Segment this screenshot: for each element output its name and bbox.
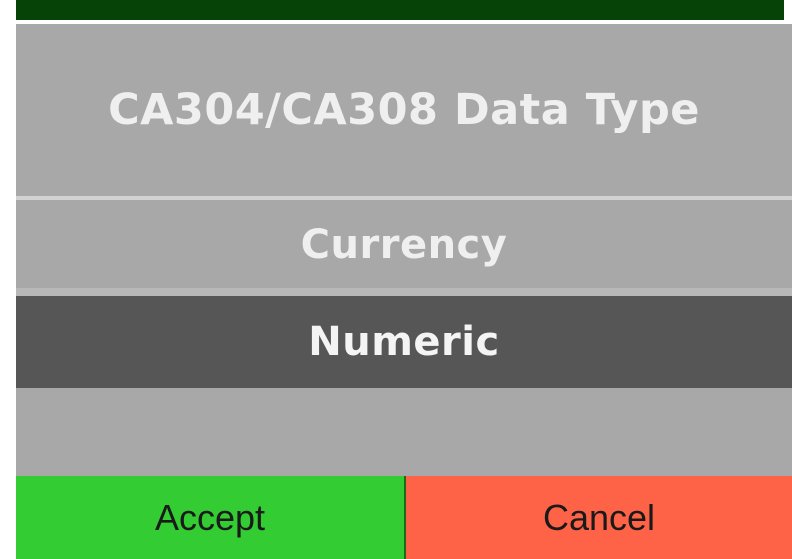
cancel-button[interactable]: Cancel: [406, 476, 792, 559]
dialog-title: CA304/CA308 Data Type: [108, 85, 700, 135]
header-bar: [16, 0, 784, 20]
option-numeric[interactable]: Numeric: [16, 296, 792, 388]
header-strip: [16, 0, 792, 24]
divider: [16, 288, 792, 296]
empty-option-row: [16, 388, 792, 476]
accept-button[interactable]: Accept: [16, 476, 404, 559]
data-type-dialog: CA304/CA308 Data Type Currency Numeric A…: [16, 0, 792, 559]
option-currency[interactable]: Currency: [16, 201, 792, 288]
divider: [16, 196, 792, 200]
